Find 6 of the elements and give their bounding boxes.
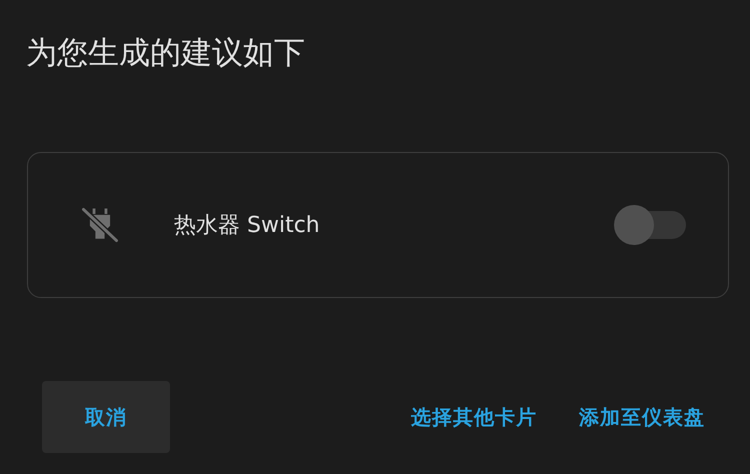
dialog-title: 为您生成的建议如下 bbox=[25, 34, 306, 73]
cancel-button[interactable]: 取消 bbox=[42, 381, 170, 453]
entity-name: 热水器 Switch bbox=[174, 212, 321, 240]
text-button[interactable]: 添加至仪表盘 bbox=[571, 381, 713, 453]
toggle-switch[interactable] bbox=[614, 207, 686, 243]
text-button[interactable]: 选择其他卡片 bbox=[403, 381, 545, 453]
